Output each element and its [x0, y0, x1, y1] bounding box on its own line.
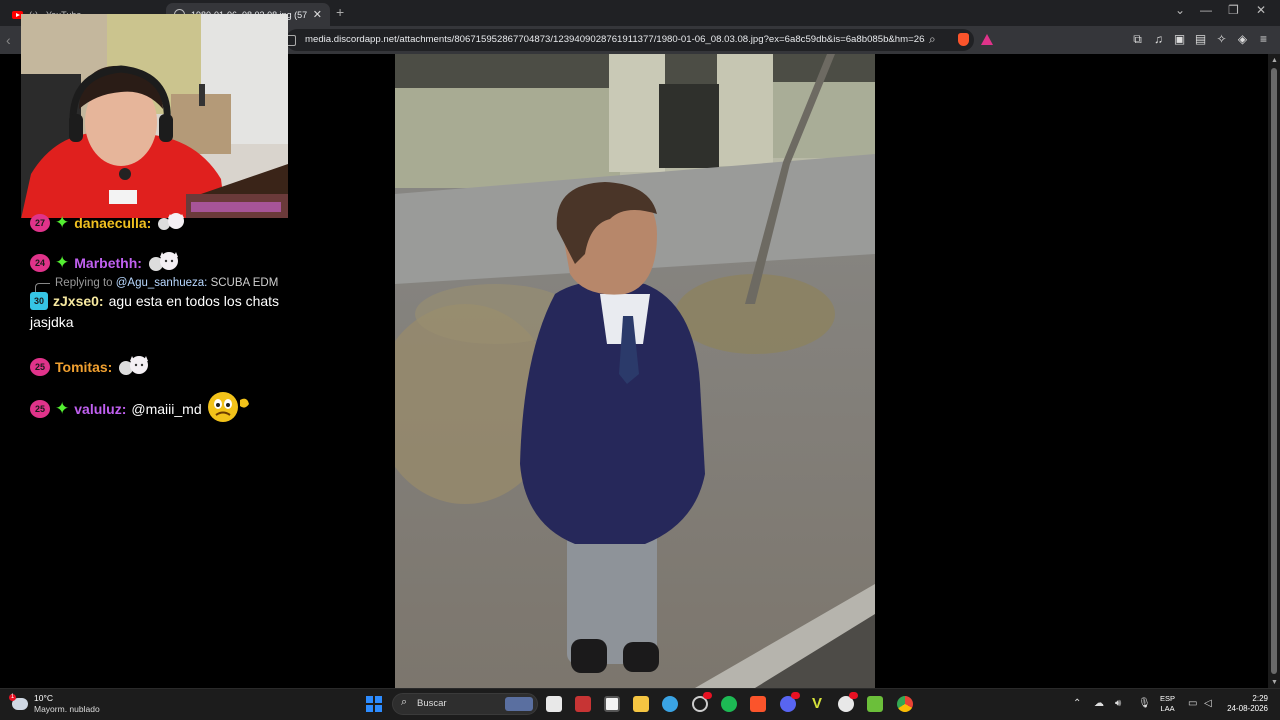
keyboard-layout: LAA [1160, 704, 1175, 713]
minimize-button[interactable]: — [1200, 3, 1212, 17]
brave-shields-icon[interactable] [958, 33, 969, 46]
cat-emote-icon [156, 210, 186, 235]
scroll-up-icon[interactable]: ▲ [1271, 57, 1278, 64]
chat-message: 25 Tomitas: [30, 352, 151, 381]
crying-emote-icon [207, 390, 253, 427]
menu-icon[interactable]: ≡ [1257, 32, 1270, 47]
subscriber-badge: 24 [30, 253, 50, 272]
speaker-icon[interactable]: ◁ [1204, 698, 1212, 709]
sparkle-icon: ✦ [55, 399, 70, 418]
chat-message-continuation: jasjdka [30, 314, 74, 330]
new-tab-button[interactable]: + [336, 4, 344, 20]
back-icon[interactable]: ‹ [6, 32, 11, 48]
chat-username[interactable]: valuluz: [74, 401, 126, 417]
chat-username[interactable]: Marbethh: [74, 255, 142, 271]
chat-text: agu esta en todos los chats [108, 293, 280, 309]
scroll-down-icon[interactable]: ▼ [1271, 679, 1278, 686]
chat-message: 27 ✦ danaeculla: [30, 210, 186, 235]
microphone-icon[interactable]: 🎙︎ [1138, 698, 1151, 709]
chat-message: 30 zJxse0: agu esta en todos los chats [30, 292, 279, 310]
subscriber-badge: 25 [30, 357, 50, 376]
vertical-scrollbar[interactable]: ▲ ▼ [1268, 54, 1280, 688]
extensions-icon[interactable]: ⧉ [1131, 32, 1144, 47]
close-window-button[interactable]: ✕ [1256, 3, 1266, 17]
sidebar-icon[interactable]: ▣ [1173, 32, 1186, 47]
photo-illustration [395, 54, 875, 688]
windows-start-button[interactable] [366, 696, 382, 712]
chat-text: @maiii_md [131, 400, 202, 417]
taskbar-search[interactable]: ⌕ Buscar [392, 693, 538, 715]
language-indicator[interactable]: ESP LAA [1160, 694, 1175, 714]
tab-list-icon[interactable]: ⌄ [1175, 3, 1185, 17]
chat-username[interactable]: Tomitas: [55, 359, 112, 375]
sparkle-icon: ✦ [55, 253, 70, 272]
app-v-icon[interactable]: V [809, 696, 825, 712]
weather-temp: 10°C [34, 693, 53, 703]
ccleaner-icon[interactable] [662, 696, 678, 712]
scrollbar-thumb[interactable] [1271, 68, 1277, 674]
maximize-button[interactable]: ❐ [1228, 3, 1239, 17]
search-highlight-image [505, 697, 533, 711]
webcam-illustration [21, 14, 288, 218]
reply-mention[interactable]: @Agu_sanhueza: [116, 277, 208, 289]
wallet-icon[interactable]: ▤ [1194, 32, 1207, 47]
webcam-overlay [21, 14, 288, 218]
reply-reference[interactable]: Replying to @Agu_sanhueza: SCUBA EDM [55, 277, 278, 289]
windows-taskbar: 1 10°C Mayorm. nublado ⌕ Buscar V ⌃ ☁ 🔊︎… [0, 688, 1280, 720]
onedrive-icon[interactable]: ☁ [1094, 698, 1104, 709]
task-view-icon[interactable] [546, 696, 562, 712]
volume-icon[interactable]: 🔊︎ [1115, 698, 1121, 709]
search-placeholder: Buscar [417, 698, 447, 709]
clock-date: 24-08-2026 [1227, 704, 1268, 713]
show-hidden-icons[interactable]: ⌃ [1073, 698, 1081, 709]
cloud-icon: 1 [9, 694, 28, 710]
toolbar-icons: ⧉ ♫ ▣ ▤ ✧ ◈ ≡ [1131, 32, 1270, 47]
zoom-icon[interactable]: ⌕ [929, 32, 936, 47]
chat-message: 24 ✦ Marbethh: [30, 248, 181, 277]
cat-emote-icon [117, 352, 151, 381]
app-icon-red[interactable] [575, 696, 591, 712]
weather-alert-badge: 1 [9, 694, 16, 701]
minecraft-icon[interactable] [867, 696, 883, 712]
reply-connector [35, 283, 50, 292]
notification-badge [791, 692, 800, 699]
notification-badge [703, 692, 712, 699]
cat-emote-icon [147, 248, 181, 277]
snipping-tool-icon[interactable] [604, 696, 620, 712]
brave-browser-icon[interactable] [750, 696, 766, 712]
displayed-photo[interactable] [395, 54, 875, 688]
language-code: ESP [1160, 694, 1176, 703]
music-icon[interactable]: ♫ [1152, 32, 1165, 47]
network-icon[interactable]: ▭ [1188, 698, 1197, 709]
chat-text: jasjdka [30, 314, 74, 330]
reply-prefix: Replying to [55, 277, 113, 289]
chat-username[interactable]: zJxse0: [53, 293, 104, 309]
spotify-icon[interactable] [721, 696, 737, 712]
chat-username[interactable]: danaeculla: [74, 215, 151, 231]
chrome-icon[interactable] [897, 696, 913, 712]
notification-badge [849, 692, 858, 699]
clock-time: 2:29 [1252, 694, 1268, 703]
subscriber-badge: 25 [30, 399, 50, 418]
subscriber-badge: 30 [30, 292, 48, 310]
brave-rewards-icon[interactable] [981, 34, 993, 45]
close-tab-icon[interactable]: ✕ [313, 8, 322, 21]
search-icon: ⌕ [401, 696, 408, 708]
system-clock[interactable]: 2:29 24-08-2026 [1226, 694, 1268, 714]
sparkle-icon: ✦ [55, 213, 70, 232]
url-text[interactable]: media.discordapp.net/attachments/8067159… [305, 34, 925, 45]
address-bar[interactable]: media.discordapp.net/attachments/8067159… [286, 29, 993, 51]
file-explorer-icon[interactable] [633, 696, 649, 712]
chat-message: 25 ✦ valuluz: @maiii_md [30, 390, 253, 427]
leo-ai-icon[interactable]: ✧ [1215, 32, 1228, 47]
reply-text: SCUBA EDM [210, 277, 279, 289]
vpn-shield-icon[interactable]: ◈ [1236, 32, 1249, 47]
weather-widget[interactable]: 1 10°C Mayorm. nublado [9, 693, 100, 715]
subscriber-badge: 27 [30, 213, 50, 232]
weather-desc: Mayorm. nublado [34, 704, 100, 714]
